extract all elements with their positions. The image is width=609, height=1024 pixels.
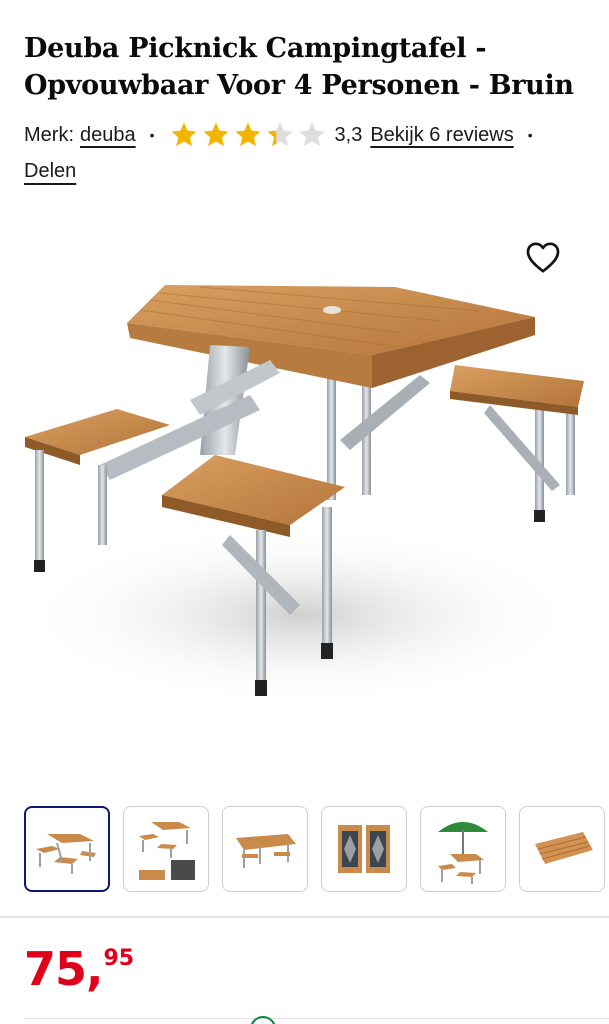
separator-dot: • bbox=[149, 127, 155, 143]
thumbnail-umbrella-icon bbox=[438, 822, 488, 884]
reviews-link[interactable]: Bekijk 6 reviews bbox=[370, 124, 513, 147]
rating-value: 3,3 bbox=[334, 123, 363, 146]
thumbnail-1[interactable] bbox=[24, 806, 110, 892]
star-full-icon bbox=[203, 122, 229, 147]
thumbnail-4[interactable] bbox=[321, 806, 407, 892]
thumbnail-6[interactable] bbox=[519, 806, 605, 892]
price-cents: 95 bbox=[103, 946, 135, 971]
star-empty-icon bbox=[299, 122, 325, 147]
heart-icon bbox=[526, 242, 560, 273]
star-full-icon bbox=[171, 122, 197, 147]
brand-link[interactable]: deuba bbox=[80, 124, 136, 147]
thumbnail-table-detail-icon bbox=[139, 822, 195, 880]
star-partial-icon bbox=[267, 122, 293, 147]
share-link[interactable]: Delen bbox=[24, 160, 76, 183]
product-meta-row: Merk: deuba • 3,3 Bekijk 6 reviews • bbox=[24, 118, 594, 152]
price-whole: 75, bbox=[24, 942, 103, 996]
separator-dot: • bbox=[527, 127, 533, 143]
thumbnail-tabletop-icon bbox=[535, 832, 593, 864]
thumbnail-table-side-icon bbox=[236, 834, 296, 868]
product-title: Deuba Picknick Campingtafel - Opvouwbaar… bbox=[24, 33, 574, 101]
thumbnail-folded-case-icon bbox=[338, 825, 390, 873]
star-full-icon bbox=[235, 122, 261, 147]
brand-label: Merk: bbox=[24, 123, 74, 146]
thumbnail-3[interactable] bbox=[222, 806, 308, 892]
section-divider bbox=[0, 916, 609, 918]
thumbnail-2[interactable] bbox=[123, 806, 209, 892]
wishlist-button[interactable] bbox=[522, 236, 564, 278]
bottom-divider bbox=[24, 1018, 609, 1024]
rating-stars bbox=[169, 120, 327, 150]
thumbnail-5[interactable] bbox=[420, 806, 506, 892]
main-product-image[interactable] bbox=[0, 225, 609, 765]
thumbnail-table-icon bbox=[36, 834, 96, 874]
thumbnail-strip bbox=[24, 806, 605, 892]
product-price: 75,95 bbox=[24, 942, 134, 996]
